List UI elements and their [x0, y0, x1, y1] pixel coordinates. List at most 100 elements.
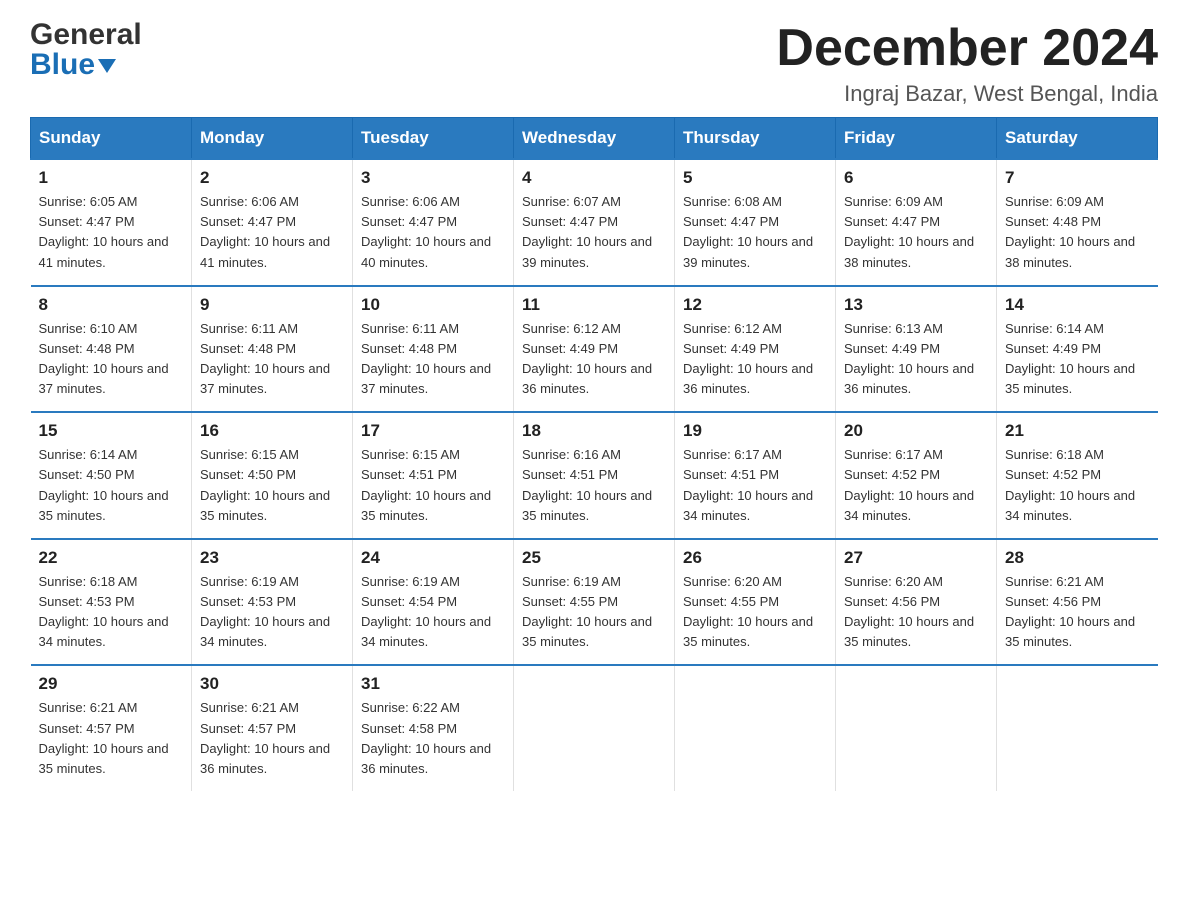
day-number: 22: [39, 548, 184, 568]
calendar-day-cell: 15 Sunrise: 6:14 AMSunset: 4:50 PMDaylig…: [31, 412, 192, 539]
calendar-day-cell: 25 Sunrise: 6:19 AMSunset: 4:55 PMDaylig…: [514, 539, 675, 666]
day-number: 19: [683, 421, 827, 441]
day-number: 6: [844, 168, 988, 188]
day-info: Sunrise: 6:16 AMSunset: 4:51 PMDaylight:…: [522, 447, 652, 522]
day-info: Sunrise: 6:07 AMSunset: 4:47 PMDaylight:…: [522, 194, 652, 269]
day-info: Sunrise: 6:09 AMSunset: 4:47 PMDaylight:…: [844, 194, 974, 269]
day-number: 28: [1005, 548, 1150, 568]
day-info: Sunrise: 6:19 AMSunset: 4:55 PMDaylight:…: [522, 574, 652, 649]
day-number: 15: [39, 421, 184, 441]
day-of-week-header: Wednesday: [514, 118, 675, 160]
calendar-week-row: 15 Sunrise: 6:14 AMSunset: 4:50 PMDaylig…: [31, 412, 1158, 539]
day-info: Sunrise: 6:18 AMSunset: 4:53 PMDaylight:…: [39, 574, 169, 649]
day-info: Sunrise: 6:22 AMSunset: 4:58 PMDaylight:…: [361, 700, 491, 775]
day-number: 11: [522, 295, 666, 315]
day-number: 16: [200, 421, 344, 441]
calendar-day-cell: 9 Sunrise: 6:11 AMSunset: 4:48 PMDayligh…: [192, 286, 353, 413]
day-info: Sunrise: 6:17 AMSunset: 4:52 PMDaylight:…: [844, 447, 974, 522]
calendar-week-row: 8 Sunrise: 6:10 AMSunset: 4:48 PMDayligh…: [31, 286, 1158, 413]
calendar-day-cell: 28 Sunrise: 6:21 AMSunset: 4:56 PMDaylig…: [997, 539, 1158, 666]
day-info: Sunrise: 6:08 AMSunset: 4:47 PMDaylight:…: [683, 194, 813, 269]
calendar-day-cell: [836, 665, 997, 791]
calendar-day-cell: 6 Sunrise: 6:09 AMSunset: 4:47 PMDayligh…: [836, 159, 997, 286]
day-info: Sunrise: 6:13 AMSunset: 4:49 PMDaylight:…: [844, 321, 974, 396]
day-number: 30: [200, 674, 344, 694]
page-header: General Blue December 2024 Ingraj Bazar,…: [30, 20, 1158, 107]
day-info: Sunrise: 6:12 AMSunset: 4:49 PMDaylight:…: [683, 321, 813, 396]
day-number: 20: [844, 421, 988, 441]
calendar-day-cell: 17 Sunrise: 6:15 AMSunset: 4:51 PMDaylig…: [353, 412, 514, 539]
day-number: 12: [683, 295, 827, 315]
day-number: 2: [200, 168, 344, 188]
calendar-day-cell: [997, 665, 1158, 791]
calendar-day-cell: [514, 665, 675, 791]
calendar-day-cell: 1 Sunrise: 6:05 AMSunset: 4:47 PMDayligh…: [31, 159, 192, 286]
month-year-title: December 2024: [776, 20, 1158, 77]
calendar-day-cell: 20 Sunrise: 6:17 AMSunset: 4:52 PMDaylig…: [836, 412, 997, 539]
calendar-week-row: 22 Sunrise: 6:18 AMSunset: 4:53 PMDaylig…: [31, 539, 1158, 666]
day-number: 31: [361, 674, 505, 694]
calendar-day-cell: 10 Sunrise: 6:11 AMSunset: 4:48 PMDaylig…: [353, 286, 514, 413]
day-of-week-header: Sunday: [31, 118, 192, 160]
day-number: 8: [39, 295, 184, 315]
calendar-day-cell: 16 Sunrise: 6:15 AMSunset: 4:50 PMDaylig…: [192, 412, 353, 539]
day-info: Sunrise: 6:11 AMSunset: 4:48 PMDaylight:…: [361, 321, 491, 396]
day-info: Sunrise: 6:21 AMSunset: 4:56 PMDaylight:…: [1005, 574, 1135, 649]
day-info: Sunrise: 6:15 AMSunset: 4:50 PMDaylight:…: [200, 447, 330, 522]
logo-line2: Blue: [30, 50, 142, 80]
day-info: Sunrise: 6:09 AMSunset: 4:48 PMDaylight:…: [1005, 194, 1135, 269]
calendar-day-cell: 8 Sunrise: 6:10 AMSunset: 4:48 PMDayligh…: [31, 286, 192, 413]
logo: General Blue: [30, 20, 142, 80]
calendar-header-row: SundayMondayTuesdayWednesdayThursdayFrid…: [31, 118, 1158, 160]
calendar-day-cell: 12 Sunrise: 6:12 AMSunset: 4:49 PMDaylig…: [675, 286, 836, 413]
location-subtitle: Ingraj Bazar, West Bengal, India: [776, 81, 1158, 107]
day-number: 25: [522, 548, 666, 568]
calendar-day-cell: [675, 665, 836, 791]
day-info: Sunrise: 6:19 AMSunset: 4:54 PMDaylight:…: [361, 574, 491, 649]
day-number: 13: [844, 295, 988, 315]
calendar-day-cell: 5 Sunrise: 6:08 AMSunset: 4:47 PMDayligh…: [675, 159, 836, 286]
day-number: 9: [200, 295, 344, 315]
calendar-day-cell: 26 Sunrise: 6:20 AMSunset: 4:55 PMDaylig…: [675, 539, 836, 666]
day-info: Sunrise: 6:11 AMSunset: 4:48 PMDaylight:…: [200, 321, 330, 396]
calendar-week-row: 1 Sunrise: 6:05 AMSunset: 4:47 PMDayligh…: [31, 159, 1158, 286]
day-number: 17: [361, 421, 505, 441]
day-number: 29: [39, 674, 184, 694]
calendar-day-cell: 11 Sunrise: 6:12 AMSunset: 4:49 PMDaylig…: [514, 286, 675, 413]
calendar-day-cell: 27 Sunrise: 6:20 AMSunset: 4:56 PMDaylig…: [836, 539, 997, 666]
day-info: Sunrise: 6:19 AMSunset: 4:53 PMDaylight:…: [200, 574, 330, 649]
day-info: Sunrise: 6:10 AMSunset: 4:48 PMDaylight:…: [39, 321, 169, 396]
day-info: Sunrise: 6:17 AMSunset: 4:51 PMDaylight:…: [683, 447, 813, 522]
day-of-week-header: Tuesday: [353, 118, 514, 160]
day-info: Sunrise: 6:06 AMSunset: 4:47 PMDaylight:…: [361, 194, 491, 269]
calendar-day-cell: 7 Sunrise: 6:09 AMSunset: 4:48 PMDayligh…: [997, 159, 1158, 286]
day-number: 14: [1005, 295, 1150, 315]
calendar-week-row: 29 Sunrise: 6:21 AMSunset: 4:57 PMDaylig…: [31, 665, 1158, 791]
title-block: December 2024 Ingraj Bazar, West Bengal,…: [776, 20, 1158, 107]
day-info: Sunrise: 6:12 AMSunset: 4:49 PMDaylight:…: [522, 321, 652, 396]
calendar-table: SundayMondayTuesdayWednesdayThursdayFrid…: [30, 117, 1158, 791]
day-info: Sunrise: 6:20 AMSunset: 4:55 PMDaylight:…: [683, 574, 813, 649]
calendar-day-cell: 21 Sunrise: 6:18 AMSunset: 4:52 PMDaylig…: [997, 412, 1158, 539]
day-number: 1: [39, 168, 184, 188]
calendar-day-cell: 23 Sunrise: 6:19 AMSunset: 4:53 PMDaylig…: [192, 539, 353, 666]
calendar-day-cell: 22 Sunrise: 6:18 AMSunset: 4:53 PMDaylig…: [31, 539, 192, 666]
day-info: Sunrise: 6:20 AMSunset: 4:56 PMDaylight:…: [844, 574, 974, 649]
calendar-day-cell: 3 Sunrise: 6:06 AMSunset: 4:47 PMDayligh…: [353, 159, 514, 286]
day-of-week-header: Saturday: [997, 118, 1158, 160]
logo-triangle-icon: [98, 59, 116, 73]
day-number: 4: [522, 168, 666, 188]
day-info: Sunrise: 6:21 AMSunset: 4:57 PMDaylight:…: [39, 700, 169, 775]
day-of-week-header: Thursday: [675, 118, 836, 160]
calendar-day-cell: 24 Sunrise: 6:19 AMSunset: 4:54 PMDaylig…: [353, 539, 514, 666]
day-number: 5: [683, 168, 827, 188]
calendar-day-cell: 31 Sunrise: 6:22 AMSunset: 4:58 PMDaylig…: [353, 665, 514, 791]
day-number: 7: [1005, 168, 1150, 188]
day-number: 18: [522, 421, 666, 441]
day-of-week-header: Friday: [836, 118, 997, 160]
calendar-day-cell: 30 Sunrise: 6:21 AMSunset: 4:57 PMDaylig…: [192, 665, 353, 791]
day-info: Sunrise: 6:18 AMSunset: 4:52 PMDaylight:…: [1005, 447, 1135, 522]
calendar-day-cell: 4 Sunrise: 6:07 AMSunset: 4:47 PMDayligh…: [514, 159, 675, 286]
day-of-week-header: Monday: [192, 118, 353, 160]
day-info: Sunrise: 6:05 AMSunset: 4:47 PMDaylight:…: [39, 194, 169, 269]
